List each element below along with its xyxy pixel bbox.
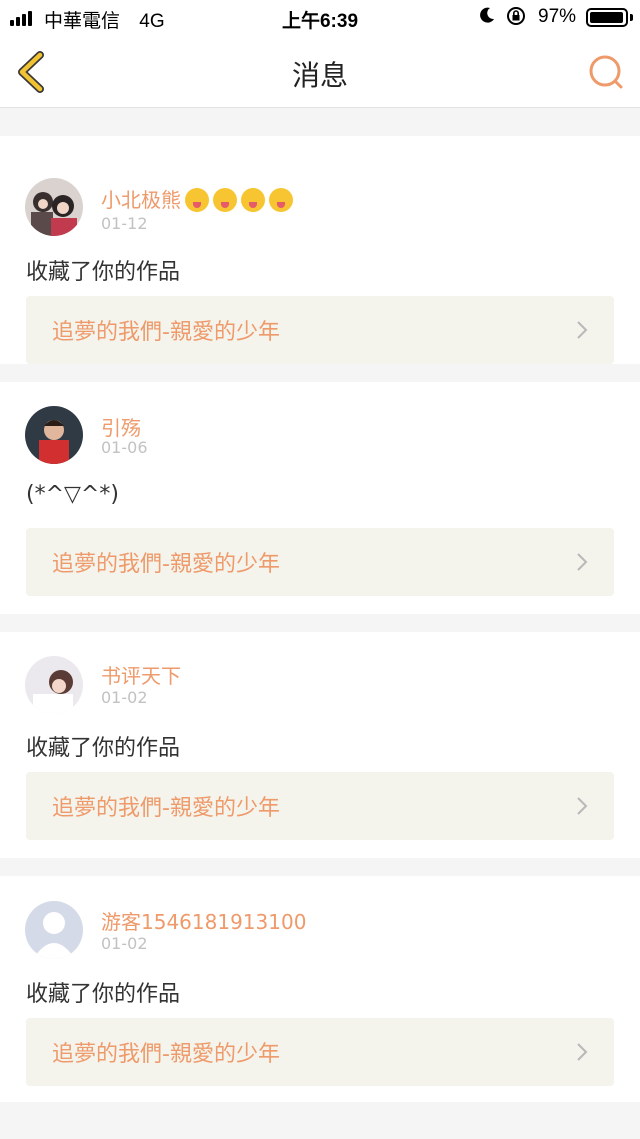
do-not-disturb-icon xyxy=(480,7,494,23)
search-icon xyxy=(589,55,623,89)
username-text: 小北极熊 xyxy=(101,188,181,212)
message-date: 01-06 xyxy=(101,438,148,457)
work-link[interactable]: 追夢的我們-親愛的少年 xyxy=(26,1018,614,1086)
battery-tip xyxy=(630,14,633,21)
battery-percent: 97% xyxy=(538,6,577,27)
work-link[interactable]: 追夢的我們-親愛的少年 xyxy=(26,296,614,364)
chevron-right-icon xyxy=(577,553,588,571)
work-title: 追夢的我們-親愛的少年 xyxy=(52,552,280,577)
nav-bar: 消息 xyxy=(0,36,640,108)
chevron-right-icon xyxy=(577,321,588,339)
message-card: 书评天下 01-02 收藏了你的作品 追夢的我們-親愛的少年 xyxy=(0,632,640,858)
username[interactable]: 书评天下 xyxy=(101,660,181,689)
chevron-right-icon xyxy=(577,1043,588,1061)
battery-level xyxy=(590,12,623,23)
work-title: 追夢的我們-親愛的少年 xyxy=(52,796,280,821)
chevron-right-icon xyxy=(577,797,588,815)
battery-icon xyxy=(586,8,628,27)
page-title: 消息 xyxy=(291,59,348,92)
message-card: 小北极熊 01-12 收藏了你的作品 追夢的我們-親愛的少年 xyxy=(0,136,640,364)
message-date: 01-12 xyxy=(101,214,148,233)
squinting-tongue-emoji-icon xyxy=(213,188,237,212)
work-link[interactable]: 追夢的我們-親愛的少年 xyxy=(26,772,614,840)
username[interactable]: 游客1546181913100 xyxy=(101,906,306,935)
message-date: 01-02 xyxy=(101,934,148,953)
message-text: 收藏了你的作品 xyxy=(26,736,181,761)
avatar[interactable] xyxy=(25,406,83,464)
default-avatar-icon[interactable] xyxy=(25,901,83,959)
avatar[interactable] xyxy=(25,178,83,236)
message-text: 收藏了你的作品 xyxy=(26,982,181,1007)
work-title: 追夢的我們-親愛的少年 xyxy=(52,1042,280,1067)
username[interactable]: 小北极熊 xyxy=(101,184,293,213)
orientation-lock-icon xyxy=(507,7,525,25)
avatar[interactable] xyxy=(25,656,83,714)
search-button[interactable] xyxy=(586,52,626,92)
message-text: (*^▽^*) xyxy=(26,482,119,507)
status-bar: 中華電信 4G 上午6:39 97% xyxy=(0,0,640,36)
message-card: 引殇 01-06 (*^▽^*) 追夢的我們-親愛的少年 xyxy=(0,382,640,614)
work-link[interactable]: 追夢的我們-親愛的少年 xyxy=(26,528,614,596)
zany-emoji-icon xyxy=(269,188,293,212)
squinting-tongue-emoji-icon xyxy=(185,188,209,212)
message-date: 01-02 xyxy=(101,688,148,707)
username[interactable]: 引殇 xyxy=(101,412,141,441)
message-card: 游客1546181913100 01-02 收藏了你的作品 追夢的我們-親愛的少… xyxy=(0,876,640,1102)
message-text: 收藏了你的作品 xyxy=(26,260,181,285)
zany-emoji-icon xyxy=(241,188,265,212)
work-title: 追夢的我們-親愛的少年 xyxy=(52,320,280,345)
